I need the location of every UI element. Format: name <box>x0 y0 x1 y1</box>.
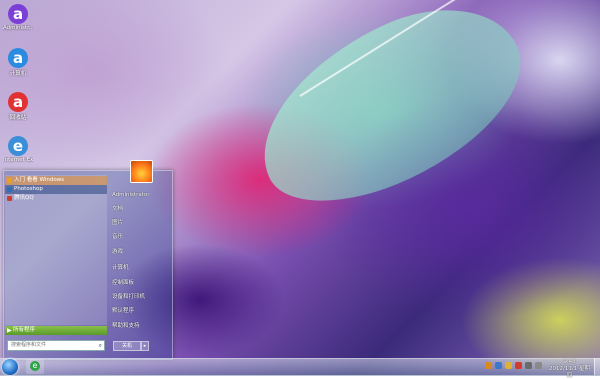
clock-time: 9:48 <box>563 359 576 365</box>
tray-app-icon[interactable] <box>505 362 512 369</box>
tray-app-icon[interactable] <box>495 362 502 369</box>
search-icon[interactable]: ⌕ <box>99 341 102 350</box>
search-placeholder: 搜索程序和文件 <box>11 342 47 348</box>
internet-explorer-icon: e <box>8 136 28 156</box>
program-label: Photoshop <box>14 186 43 192</box>
desktop-icon-label: Internet Explorer <box>3 157 33 163</box>
getting-started-icon <box>7 178 12 183</box>
start-menu-user-name[interactable]: Administrator <box>112 189 167 202</box>
user-avatar[interactable] <box>130 160 153 183</box>
shutdown-button[interactable]: 关机 <box>113 341 141 351</box>
tray-app-icon[interactable] <box>485 362 492 369</box>
desktop-icon-label: 回收站 <box>9 115 27 121</box>
start-menu-program[interactable]: 入门 看看 Windows <box>5 176 107 185</box>
program-label: 腾讯QQ <box>14 195 34 201</box>
desktop-icon-recycle-bin[interactable]: a 回收站 <box>3 92 33 121</box>
start-menu-program[interactable]: 腾讯QQ <box>5 194 107 203</box>
start-menu-devices-printers[interactable]: 设备和打印机 <box>112 291 167 304</box>
desktop-icon-label: Administr... <box>3 25 33 31</box>
show-desktop-button[interactable] <box>594 358 600 375</box>
start-menu-pictures[interactable]: 图片 <box>112 217 167 230</box>
arrow-right-icon: ▶ <box>7 327 12 334</box>
user-folder-icon: a <box>8 4 28 24</box>
recycle-bin-icon: a <box>8 92 28 112</box>
desktop-icon-internet-explorer[interactable]: e Internet Explorer <box>3 136 33 163</box>
start-menu-program[interactable]: Photoshop <box>5 185 107 194</box>
network-icon[interactable] <box>525 362 532 369</box>
start-menu-computer[interactable]: 计算机 <box>112 262 167 275</box>
desktop-icon-computer[interactable]: a 计算机 <box>3 48 33 77</box>
program-label: 入门 看看 Windows <box>14 177 65 183</box>
start-menu-control-panel[interactable]: 控制面板 <box>112 277 167 290</box>
search-input[interactable]: 搜索程序和文件 ⌕ <box>7 340 105 351</box>
photoshop-icon <box>7 187 12 192</box>
all-programs-button[interactable]: ▶ 所有程序 <box>5 326 107 335</box>
wallpaper-leaf <box>231 0 549 233</box>
volume-icon[interactable] <box>535 362 542 369</box>
start-menu-documents[interactable]: 文档 <box>112 203 167 216</box>
browser-icon: e <box>30 361 40 371</box>
computer-icon: a <box>8 48 28 68</box>
start-menu-music[interactable]: 音乐 <box>112 231 167 244</box>
start-menu-help-support[interactable]: 帮助和支持 <box>112 320 167 333</box>
desktop-icon-administrator[interactable]: a Administr... <box>3 4 33 31</box>
all-programs-label: 所有程序 <box>13 327 36 333</box>
qq-icon <box>7 196 12 201</box>
tray-app-icon[interactable] <box>515 362 522 369</box>
taskbar-app-button[interactable]: e <box>26 359 44 374</box>
start-menu-default-programs[interactable]: 默认程序 <box>112 305 167 318</box>
start-menu-games[interactable]: 游戏 <box>112 246 167 259</box>
shutdown-options-button[interactable]: ▸ <box>141 341 149 351</box>
start-button[interactable] <box>2 359 18 375</box>
clock-date: 2012/11/1 星期四 <box>549 366 590 379</box>
desktop-icon-label: 计算机 <box>9 71 27 77</box>
taskbar-clock[interactable]: 9:48 2012/11/1 星期四 <box>547 359 592 380</box>
